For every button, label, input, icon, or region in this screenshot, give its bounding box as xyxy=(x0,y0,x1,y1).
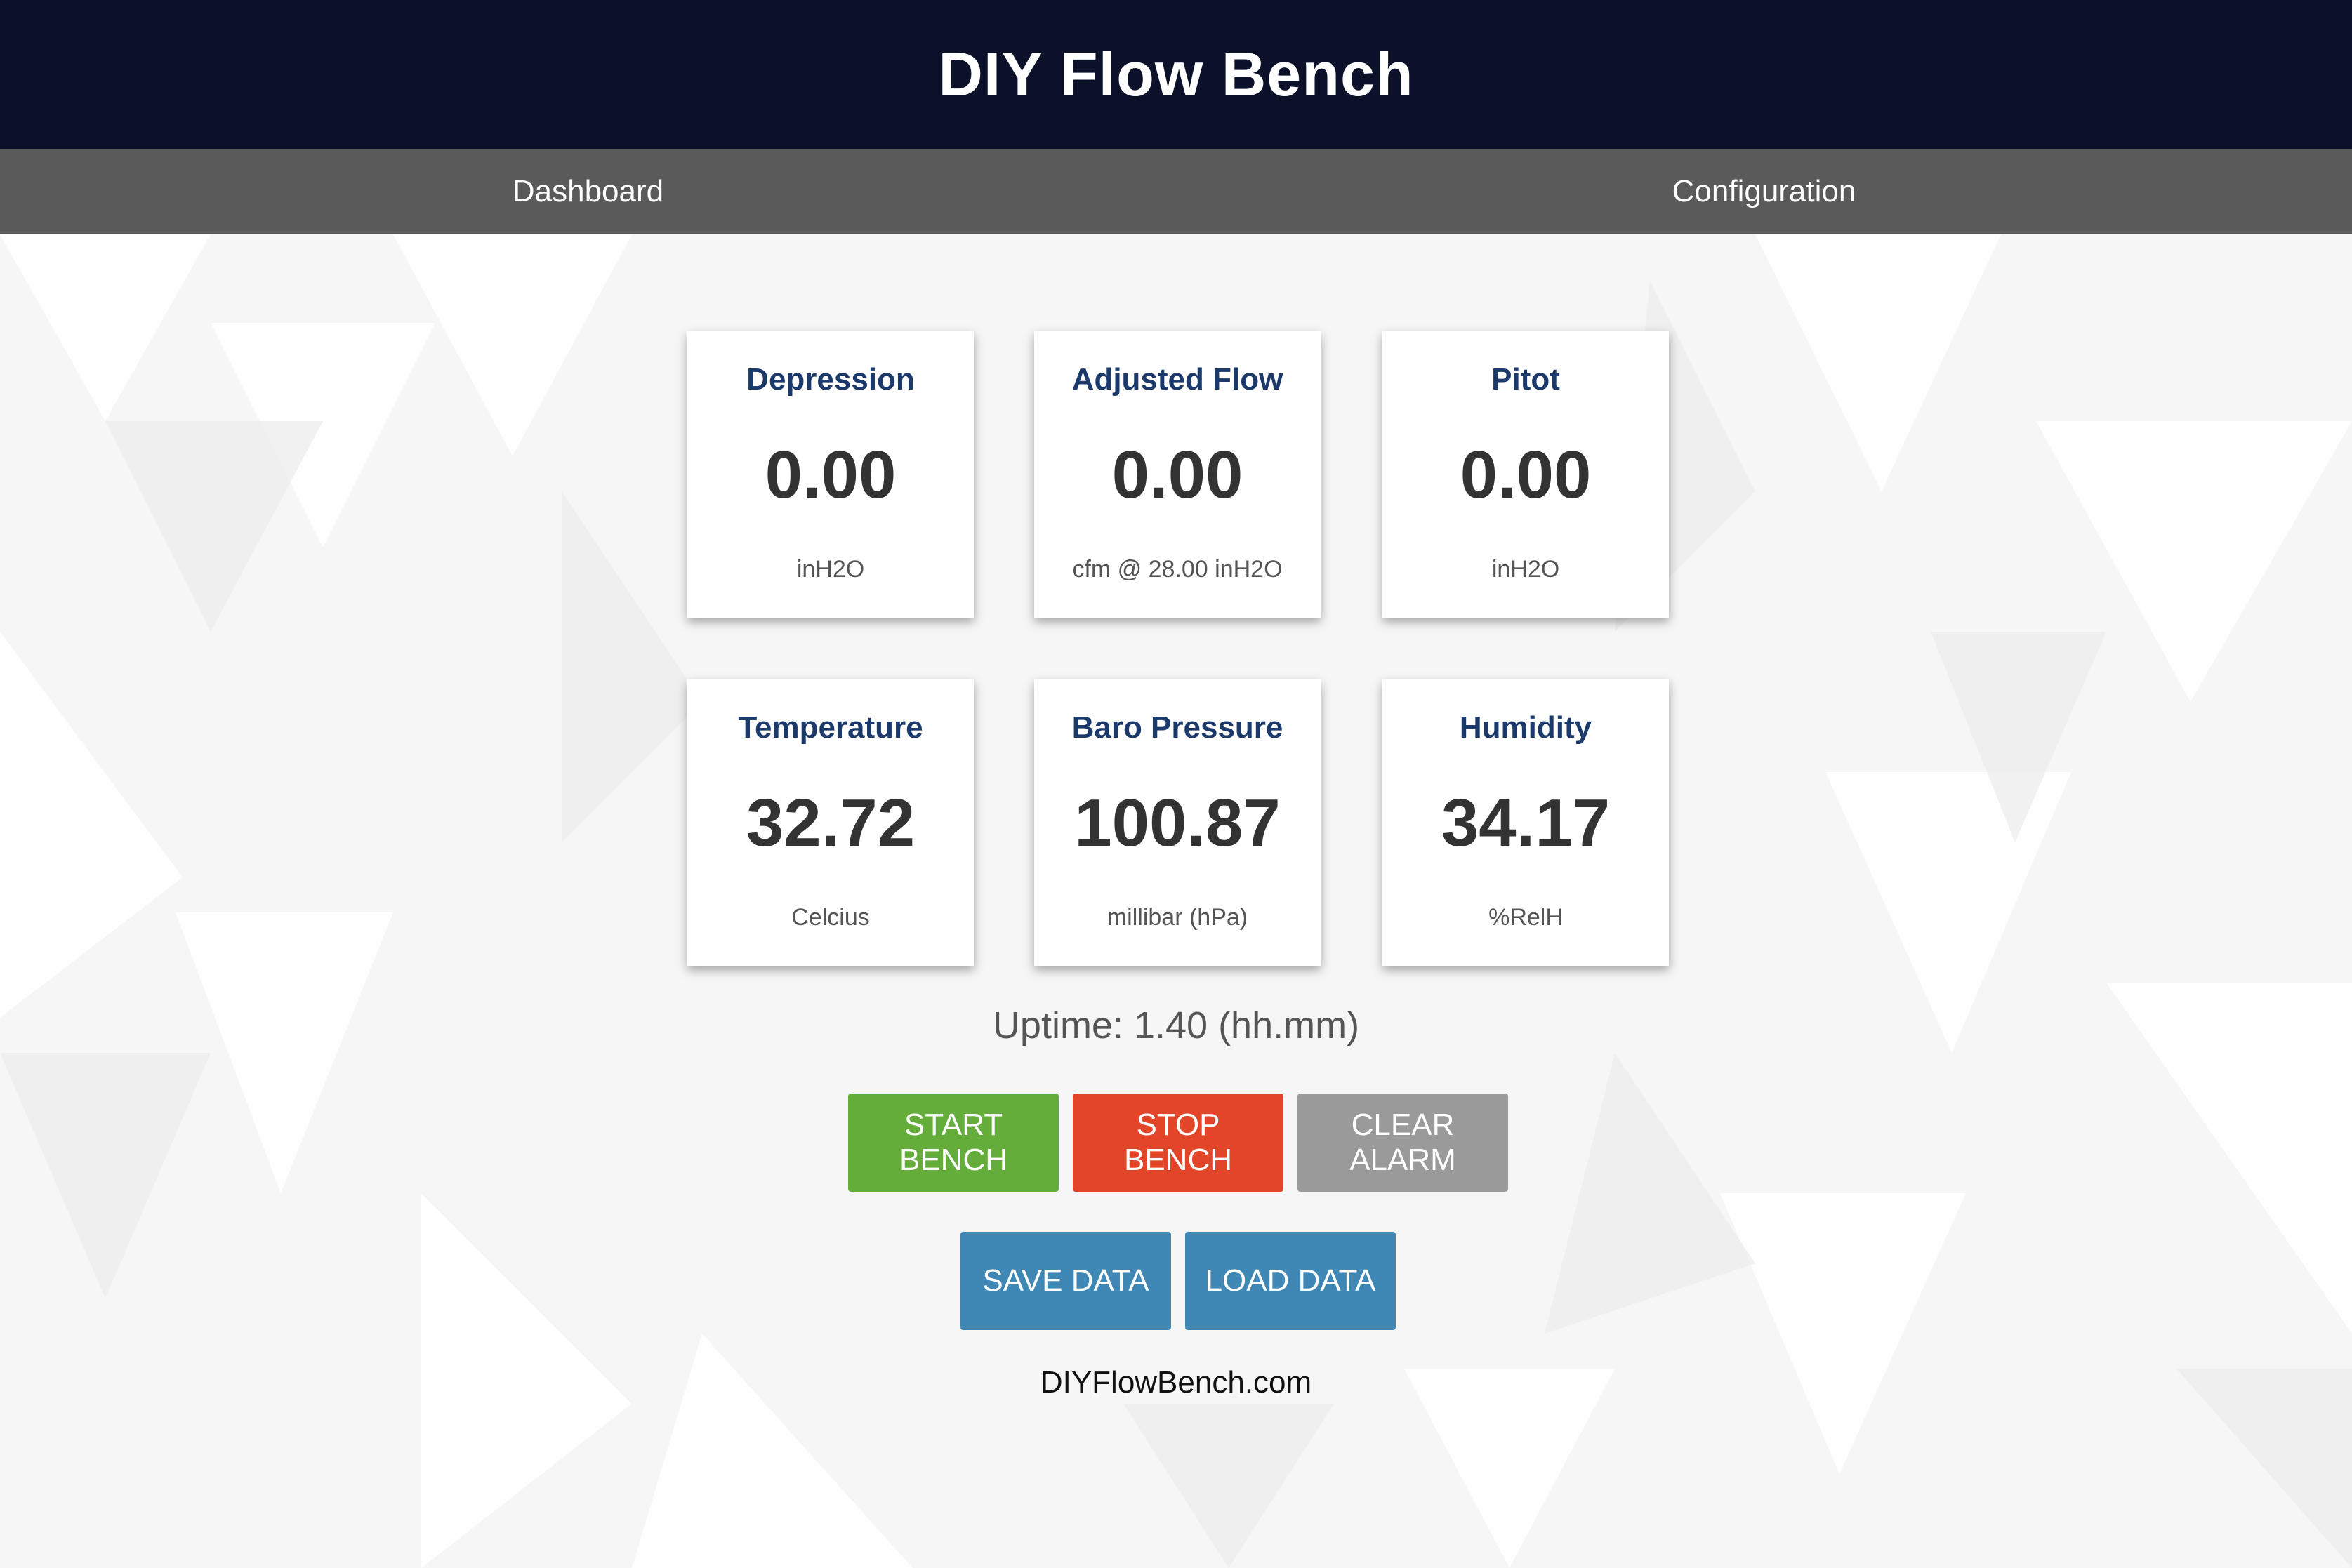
tile-baro-pressure: Baro Pressure 100.87 millibar (hPa) xyxy=(1034,679,1321,966)
tile-humidity: Humidity 34.17 %RelH xyxy=(1382,679,1669,966)
app-header: DIY Flow Bench xyxy=(0,0,2352,149)
tile-value: 34.17 xyxy=(1441,785,1611,861)
tile-unit: cfm @ 28.00 inH2O xyxy=(1072,556,1283,583)
tile-title: Temperature xyxy=(738,710,923,745)
button-label-line: ALARM xyxy=(1349,1143,1456,1177)
stop-bench-button[interactable]: STOP BENCH xyxy=(1073,1094,1283,1192)
save-data-button[interactable]: SAVE DATA xyxy=(960,1232,1171,1330)
top-nav: Dashboard Configuration xyxy=(0,149,2352,234)
button-label-line: CLEAR xyxy=(1351,1108,1455,1142)
tile-temperature: Temperature 32.72 Celcius xyxy=(687,679,974,966)
tile-title: Depression xyxy=(746,362,915,397)
tile-unit: %RelH xyxy=(1488,904,1563,931)
tile-value: 32.72 xyxy=(746,785,916,861)
tile-value: 100.87 xyxy=(1074,785,1281,861)
tile-unit: Celcius xyxy=(791,904,870,931)
tile-adjusted-flow: Adjusted Flow 0.00 cfm @ 28.00 inH2O xyxy=(1034,331,1321,618)
app-title: DIY Flow Bench xyxy=(938,39,1414,109)
tile-value: 0.00 xyxy=(1111,437,1243,512)
nav-configuration[interactable]: Configuration xyxy=(1176,149,2352,234)
tile-title: Baro Pressure xyxy=(1071,710,1283,745)
tile-depression: Depression 0.00 inH2O xyxy=(687,331,974,618)
tile-title: Adjusted Flow xyxy=(1071,362,1283,397)
start-bench-button[interactable]: START BENCH xyxy=(848,1094,1059,1192)
load-data-button[interactable]: LOAD DATA xyxy=(1185,1232,1396,1330)
tile-unit: millibar (hPa) xyxy=(1106,904,1248,931)
clear-alarm-button[interactable]: CLEAR ALARM xyxy=(1297,1094,1508,1192)
tile-value: 0.00 xyxy=(765,437,897,512)
button-label-line: BENCH xyxy=(899,1143,1008,1177)
tile-unit: inH2O xyxy=(796,556,865,583)
nav-dashboard[interactable]: Dashboard xyxy=(0,149,1176,234)
footer-link[interactable]: DIYFlowBench.com xyxy=(0,1365,2352,1400)
uptime-text: Uptime: 1.40 (hh.mm) xyxy=(992,1004,1360,1047)
tile-pitot: Pitot 0.00 inH2O xyxy=(1382,331,1669,618)
button-label-line: STOP xyxy=(1136,1108,1220,1142)
tile-value: 0.00 xyxy=(1460,437,1592,512)
tile-unit: inH2O xyxy=(1491,556,1560,583)
button-label-line: START xyxy=(904,1108,1003,1142)
tile-title: Pitot xyxy=(1491,362,1560,397)
button-label-line: BENCH xyxy=(1123,1143,1233,1177)
tile-title: Humidity xyxy=(1459,710,1592,745)
